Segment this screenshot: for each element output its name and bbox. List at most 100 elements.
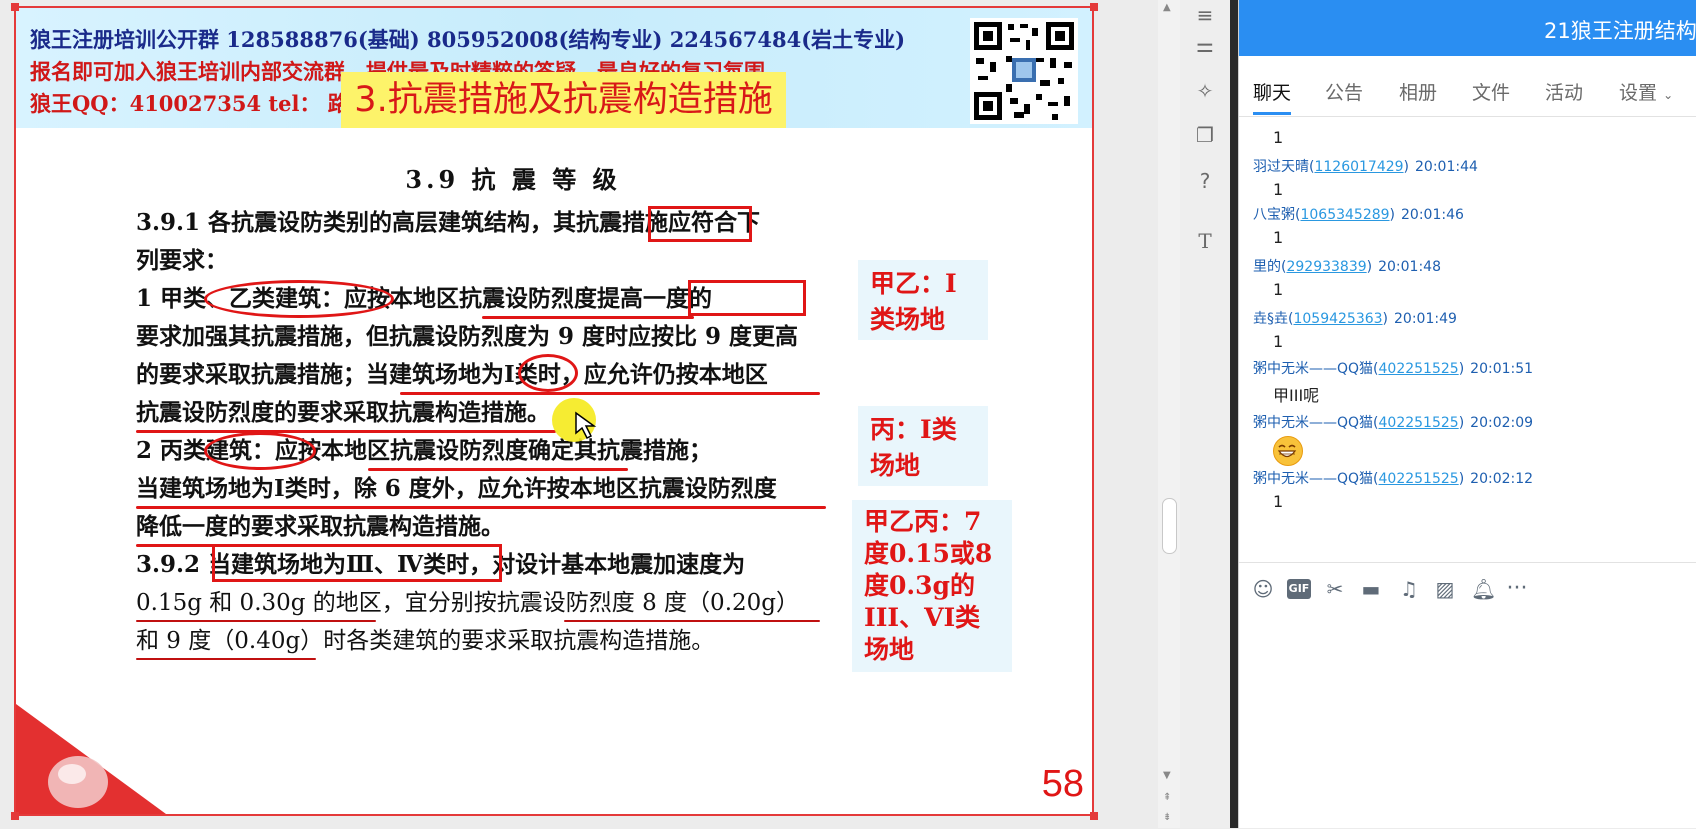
doc-line-4: 要求加强其抗震措施，但抗震设防烈度为 9 度时应按比 9 度更高	[136, 323, 799, 350]
message-header: 羽过天晴(1126017429) 20:01:44	[1253, 156, 1478, 176]
message-time: 20:01:44	[1415, 159, 1478, 175]
scroll-next-arrow-icon[interactable]: ⇟	[1163, 812, 1171, 823]
tab-settings[interactable]: 设置 ⌄	[1619, 78, 1673, 105]
message-header: 粥中无米——QQ猫(402251525) 20:02:09	[1253, 412, 1533, 432]
text-tool-icon[interactable]: T	[1192, 228, 1218, 254]
annotation-box	[212, 544, 502, 582]
folder-icon[interactable]: ▬	[1359, 577, 1383, 601]
chat-title: 21狼王注册结构	[1544, 19, 1696, 43]
note-2-line-1: 丙：I类	[870, 415, 957, 444]
resize-handle[interactable]	[1090, 812, 1098, 820]
annotation-underline	[136, 620, 376, 622]
menu-icon[interactable]: ≡	[1192, 2, 1218, 28]
paren: )	[1389, 207, 1396, 223]
doc-line-6: 抗震设防烈度的要求采取抗震构造措施。	[136, 399, 550, 426]
tab-chat[interactable]: 聊天	[1253, 78, 1292, 115]
doc-line-11: 0.15g 和 0.30g 的地区，宜分别按抗震设防烈度 8 度（0.20g）	[136, 590, 799, 616]
message-body: 1	[1273, 228, 1284, 247]
annotation-underline	[564, 620, 820, 622]
note-3-line-4: III、VI类	[864, 603, 981, 632]
annotation-underline	[136, 430, 556, 433]
emoji-icon[interactable]: ☺	[1251, 577, 1275, 601]
doc-heading: 3.9 抗 震 等 级	[405, 165, 621, 194]
resize-handle[interactable]	[11, 3, 19, 11]
tab-announcements[interactable]: 公告	[1325, 78, 1363, 105]
help-icon[interactable]: ?	[1192, 168, 1218, 194]
more-icon[interactable]: ···	[1505, 577, 1529, 601]
qr-code-icon	[970, 18, 1078, 124]
music-icon[interactable]: ♫	[1397, 577, 1421, 601]
vertical-scrollbar[interactable]: ▲ ▼ ⇞ ⇟	[1158, 0, 1180, 828]
sender-qq[interactable]: 292933839	[1286, 259, 1366, 275]
paren: )	[1382, 311, 1389, 327]
annotation-underline	[136, 506, 826, 509]
message-time: 20:01:48	[1378, 259, 1441, 275]
message-time: 20:01:51	[1470, 361, 1534, 377]
image-icon[interactable]: ▨	[1433, 577, 1457, 601]
resize-handle[interactable]	[11, 812, 19, 820]
annotation-underline	[368, 468, 628, 471]
doc-line-9: 降低一度的要求采取抗震构造措施。	[136, 513, 504, 540]
gif-icon[interactable]: GIF	[1287, 579, 1311, 599]
message-header: 粥中无米——QQ猫(402251525) 20:01:51	[1253, 358, 1533, 378]
sender-name[interactable]: 八宝粥(	[1253, 207, 1300, 223]
doc-line-8: 当建筑场地为Ⅰ类时，除 6 度外，应允许按本地区抗震设防烈度	[136, 475, 777, 502]
scroll-down-arrow-icon[interactable]: ▼	[1163, 770, 1171, 781]
scroll-prev-arrow-icon[interactable]: ⇞	[1163, 792, 1171, 803]
scroll-up-arrow-icon[interactable]: ▲	[1163, 2, 1171, 13]
annotation-underline	[482, 316, 694, 319]
note-2: 丙：I类 场地	[858, 406, 988, 486]
sender-qq[interactable]: 1059425363	[1293, 311, 1382, 327]
chat-header: 21狼王注册结构	[1239, 0, 1696, 56]
sender-name[interactable]: 垚§垚(	[1253, 311, 1293, 327]
paren: )	[1458, 361, 1465, 377]
copy-icon[interactable]: ❐	[1192, 122, 1218, 148]
note-1-line-1: 甲乙：I	[870, 269, 957, 298]
resize-handle[interactable]	[1090, 3, 1098, 11]
note-3-line-1: 甲乙丙：7	[864, 507, 982, 536]
message-header: 里的(292933839) 20:01:48	[1253, 256, 1441, 276]
annotation-box	[688, 280, 806, 316]
grin-emoji-icon	[1273, 436, 1303, 466]
panel-divider	[1230, 0, 1238, 828]
sender-name[interactable]: 粥中无米——QQ猫(	[1253, 415, 1379, 431]
annotation-box	[648, 206, 752, 242]
sender-name[interactable]: 里的(	[1253, 259, 1286, 275]
bell-icon[interactable]: 🔔︎	[1471, 577, 1496, 601]
chat-tabs: 聊天 公告 相册 文件 活动 设置 ⌄	[1239, 66, 1696, 117]
message-body: 甲III呢	[1273, 386, 1320, 405]
sender-qq[interactable]: 402251525	[1379, 415, 1459, 431]
note-1-line-2: 类场地	[870, 305, 946, 334]
paren: )	[1366, 259, 1373, 275]
message-body: 1	[1273, 280, 1284, 299]
message-time: 20:02:12	[1470, 471, 1534, 487]
note-2-line-2: 场地	[870, 451, 921, 480]
sender-qq[interactable]: 1065345289	[1300, 207, 1389, 223]
annotation-underline	[136, 658, 316, 660]
section-title: 3.抗震措施及抗震构造措施	[341, 72, 786, 128]
sender-name[interactable]: 粥中无米——QQ猫(	[1253, 471, 1379, 487]
chevron-down-icon: ⌄	[1663, 88, 1674, 102]
chat-input-area[interactable]: ☺ GIF ✂ ▬ ♫ ▨ 🔔︎ ···	[1239, 562, 1696, 829]
banner-line-1: 狼王注册培训公开群 128588876(基础) 805952008(结构专业) …	[30, 27, 906, 52]
pin-icon[interactable]: ✧	[1192, 78, 1218, 104]
sender-qq[interactable]: 402251525	[1379, 471, 1459, 487]
sender-name[interactable]: 羽过天晴(	[1253, 159, 1314, 175]
sender-qq[interactable]: 402251525	[1379, 361, 1459, 377]
tab-album[interactable]: 相册	[1399, 78, 1437, 105]
tab-activities[interactable]: 活动	[1545, 78, 1583, 105]
scissors-icon[interactable]: ✂	[1323, 577, 1347, 601]
note-3-line-2: 度0.15或8	[864, 539, 993, 568]
corner-decoration-icon	[16, 704, 166, 814]
scrollbar-thumb[interactable]	[1162, 498, 1177, 554]
message-body	[1273, 436, 1303, 470]
presentation-slide: 狼王注册培训公开群 128588876(基础) 805952008(结构专业) …	[14, 6, 1094, 816]
sliders-icon[interactable]: ⚌	[1192, 32, 1218, 58]
annotation-oval	[204, 432, 316, 470]
sender-name[interactable]: 粥中无米——QQ猫(	[1253, 361, 1379, 377]
tab-files[interactable]: 文件	[1472, 78, 1510, 105]
sender-qq[interactable]: 1126017429	[1314, 159, 1403, 175]
doc-line-5: 的要求采取抗震措施；当建筑场地为Ⅰ类时，应允许仍按本地区	[136, 361, 768, 388]
tool-strip: ≡ ⚌ ✧ ❐ ? T	[1180, 0, 1230, 828]
note-3-line-3: 度0.3g的	[864, 571, 975, 600]
